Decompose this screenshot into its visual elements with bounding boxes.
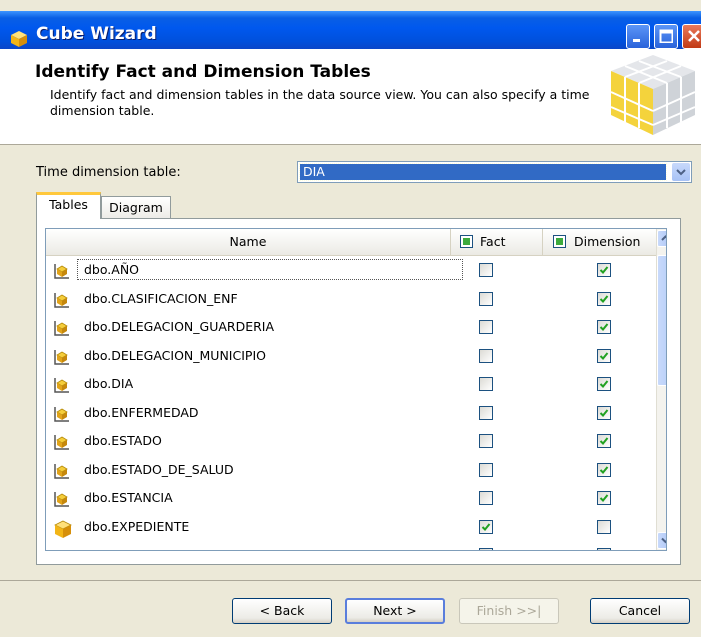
fact-checkbox[interactable] — [479, 348, 493, 363]
scroll-thumb[interactable] — [657, 255, 666, 386]
grid-header: Name Fact Dimension — [46, 229, 666, 256]
dimension-select-all-checkbox[interactable] — [553, 235, 566, 248]
dimension-table-icon — [53, 490, 71, 512]
dimension-table-icon — [53, 262, 71, 284]
minimize-button[interactable] — [626, 24, 650, 49]
finish-button[interactable]: Finish >>| — [459, 598, 559, 624]
dimension-checkbox[interactable] — [597, 263, 611, 277]
fact-checkbox[interactable] — [479, 462, 493, 477]
dimension-checkbox[interactable] — [597, 462, 611, 477]
chevron-up-icon — [661, 235, 666, 241]
dimension-table-icon — [53, 376, 71, 398]
footer-divider — [0, 580, 701, 581]
fact-checkbox[interactable] — [479, 291, 493, 306]
window-title: Cube Wizard — [36, 24, 157, 44]
wizard-header: Identify Fact and Dimension Tables Ident… — [0, 49, 701, 145]
close-button[interactable] — [682, 24, 701, 49]
back-button[interactable]: < Back — [232, 598, 332, 624]
time-dimension-select[interactable]: DIA — [297, 161, 692, 183]
dimension-checkbox[interactable] — [597, 434, 611, 448]
table-name: dbo.ENFERMEDAD — [84, 404, 199, 420]
column-header-fact-label: Fact — [480, 234, 506, 249]
dimension-checkbox[interactable] — [597, 519, 611, 534]
vertical-scrollbar[interactable] — [656, 229, 666, 550]
table-row[interactable]: dbo.CLASIFICACION_ENF — [46, 285, 656, 314]
table-row[interactable]: dbo.ESTADO_DE_SALUD — [46, 456, 656, 485]
dimension-table-icon — [53, 433, 71, 455]
table-name: dbo.ESTADO — [84, 433, 162, 448]
scroll-down-button[interactable] — [657, 532, 666, 549]
dimension-table-icon — [53, 291, 71, 313]
table-name: dbo.EXPEDIENTE — [84, 518, 190, 534]
dimension-checkbox[interactable] — [597, 377, 611, 391]
dimension-table-icon — [53, 348, 71, 370]
fact-checkbox[interactable] — [479, 519, 493, 534]
table-name: dbo.ESTANCIA — [84, 490, 173, 505]
column-header-name[interactable]: Name — [46, 229, 451, 255]
page-description: Identify fact and dimension tables in th… — [50, 87, 590, 118]
page-title: Identify Fact and Dimension Tables — [35, 62, 371, 82]
fact-checkbox[interactable] — [479, 320, 493, 334]
dimension-table-icon — [53, 405, 71, 427]
table-name: dbo.ESTADO_DE_SALUD — [84, 461, 234, 477]
close-icon — [688, 30, 700, 42]
minimize-icon — [633, 39, 640, 42]
tables-grid: Name Fact Dimension dbo.AÑO dbo.CLASIFICA… — [45, 228, 667, 551]
next-button[interactable]: Next > — [345, 598, 445, 624]
cube-wizard-icon — [10, 30, 27, 47]
grid-rows: dbo.AÑO dbo.CLASIFICACION_ENF dbo.DELEGACI… — [46, 256, 656, 550]
dimension-checkbox[interactable] — [597, 405, 611, 420]
fact-checkbox[interactable] — [479, 405, 493, 420]
fact-checkbox[interactable] — [479, 263, 493, 277]
maximize-icon — [659, 29, 673, 43]
title-bar[interactable]: Cube Wizard — [0, 11, 701, 49]
scroll-up-button[interactable] — [657, 230, 666, 247]
time-dimension-label: Time dimension table: — [36, 165, 181, 180]
table-row[interactable]: dbo.AÑO — [46, 256, 656, 285]
chevron-down-icon — [661, 537, 666, 544]
cube-wizard-window: Cube Wizard Identify Fact and Dimension … — [0, 0, 701, 637]
dimension-checkbox[interactable] — [597, 348, 611, 363]
dropdown-button[interactable] — [672, 163, 690, 181]
fact-checkbox[interactable] — [479, 434, 493, 448]
fact-table-icon — [53, 519, 73, 543]
table-name: dbo.DELEGACION_GUARDERIA — [84, 319, 275, 334]
table-name: dbo.CLASIFICACION_ENF — [84, 290, 238, 306]
tab-tables[interactable]: Tables — [36, 192, 101, 219]
fact-checkbox[interactable] — [479, 377, 493, 391]
table-row[interactable]: dbo.ENFERMEDAD — [46, 399, 656, 428]
selected-value-highlight: DIA — [299, 163, 667, 181]
table-name: dbo.AÑO — [77, 259, 463, 280]
table-row[interactable]: dbo.ESTADO — [46, 427, 656, 456]
column-header-dimension-label: Dimension — [574, 234, 641, 249]
table-row[interactable]: dbo.DELEGACION_GUARDERIA — [46, 313, 656, 342]
fact-checkbox[interactable] — [479, 491, 493, 505]
fact-checkbox[interactable] — [479, 548, 493, 550]
table-row-partial[interactable] — [46, 541, 656, 550]
table-row[interactable]: dbo.DELEGACION_MUNICIPIO — [46, 342, 656, 371]
table-name: dbo.DELEGACION_MUNICIPIO — [84, 347, 266, 363]
dimension-table-icon — [53, 319, 71, 341]
dimension-checkbox[interactable] — [597, 291, 611, 306]
dimension-checkbox[interactable] — [597, 548, 611, 550]
table-row[interactable]: dbo.EXPEDIENTE — [46, 513, 656, 542]
time-dimension-value: DIA — [303, 164, 325, 179]
cancel-button[interactable]: Cancel — [590, 598, 690, 624]
column-header-dimension[interactable]: Dimension — [543, 229, 658, 255]
table-row[interactable]: dbo.ESTANCIA — [46, 484, 656, 513]
dimension-checkbox[interactable] — [597, 320, 611, 334]
chevron-down-icon — [676, 169, 686, 176]
table-row[interactable]: dbo.DIA — [46, 370, 656, 399]
maximize-button[interactable] — [654, 24, 678, 49]
cube-logo-icon — [610, 55, 696, 135]
dimension-checkbox[interactable] — [597, 491, 611, 505]
table-name: dbo.DIA — [84, 376, 134, 391]
fact-select-all-checkbox[interactable] — [460, 235, 473, 248]
dimension-table-icon — [53, 462, 71, 484]
tab-diagram[interactable]: Diagram — [101, 196, 171, 219]
column-header-fact[interactable]: Fact — [450, 229, 543, 255]
